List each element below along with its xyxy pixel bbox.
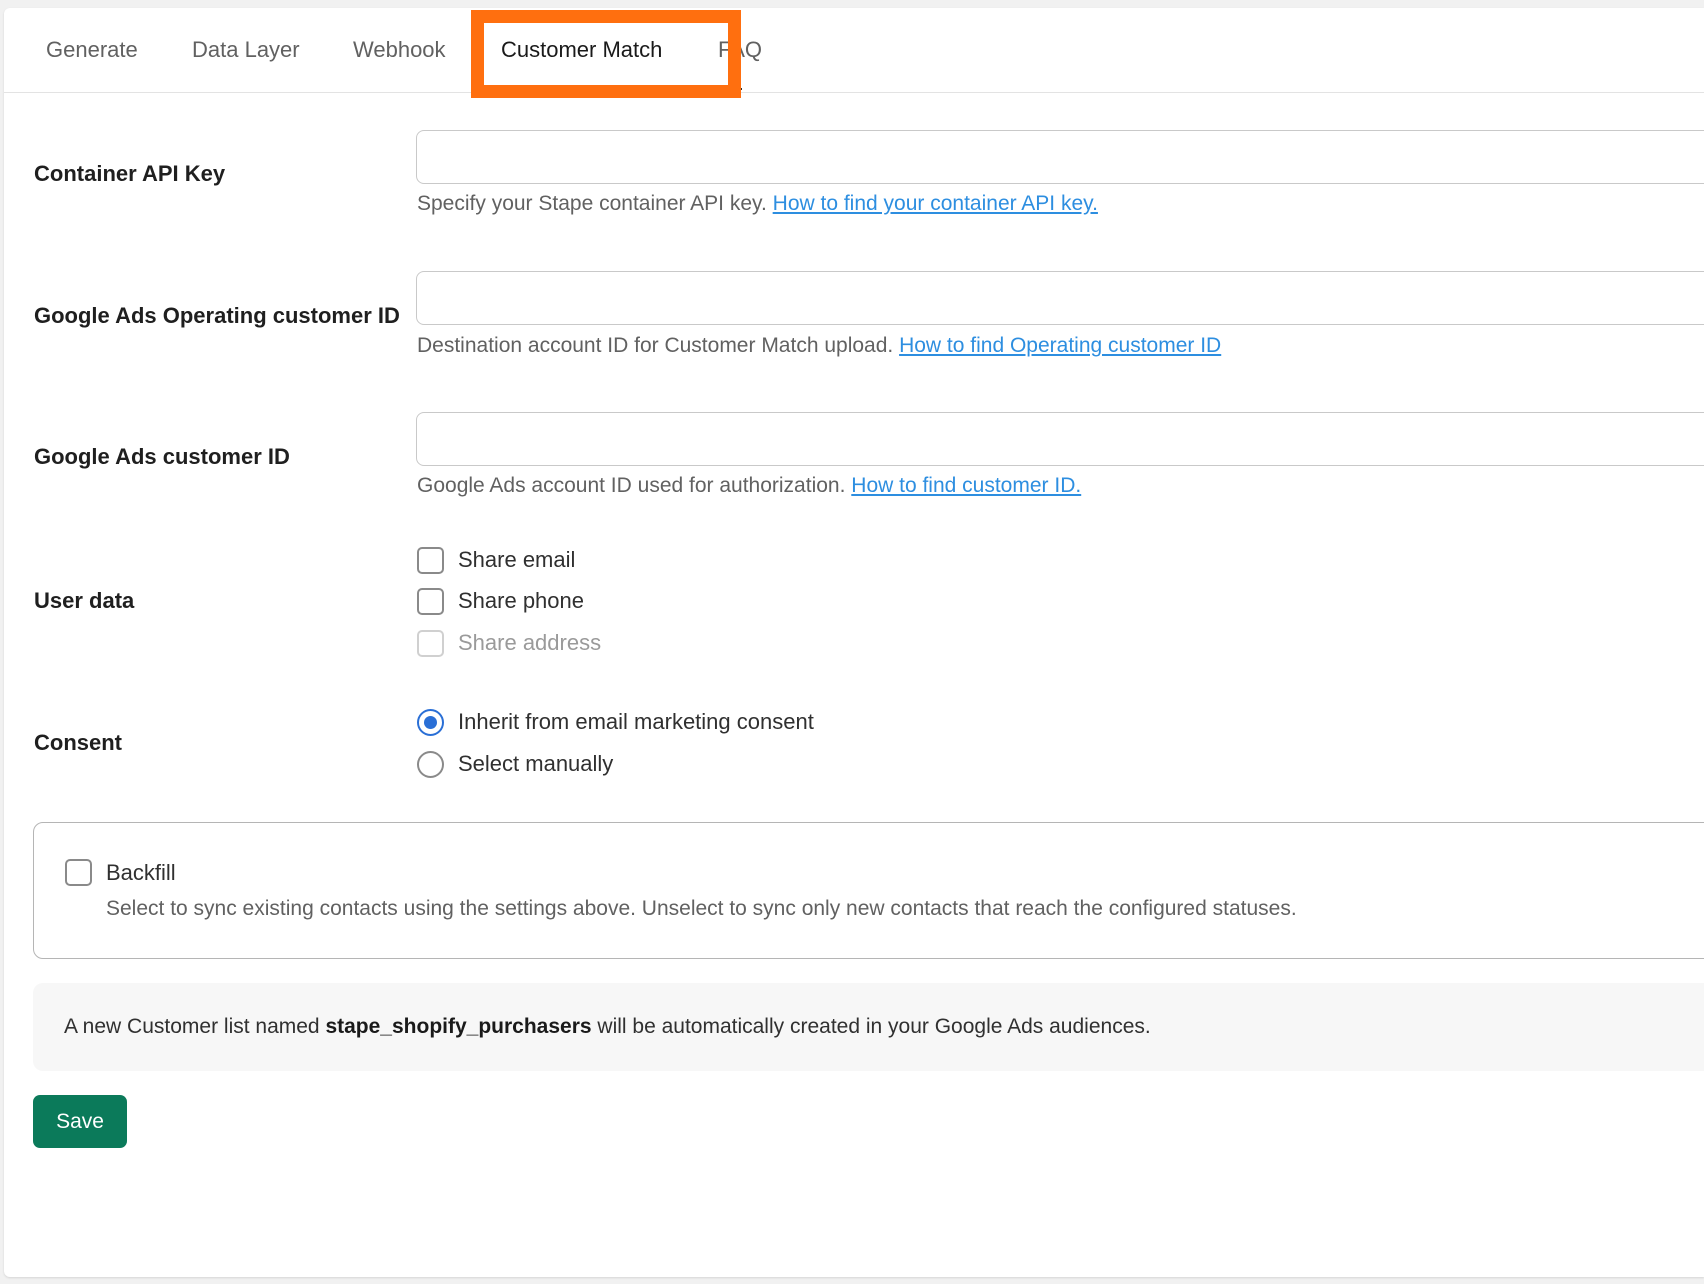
container-api-key-help-text: Specify your Stape container API key. (417, 192, 767, 215)
share-phone-label: Share phone (458, 588, 584, 613)
share-address-checkbox (417, 629, 444, 657)
backfill-checkbox[interactable] (65, 859, 92, 886)
customer-id-help: Google Ads account ID used for authoriza… (417, 474, 1081, 498)
share-address-label: Share address (458, 630, 602, 655)
operating-customer-id-label: Google Ads Operating customer ID (34, 303, 400, 328)
backfill-description: Select to sync existing contacts using t… (106, 897, 1297, 920)
tab-data-layer[interactable]: Data Layer (192, 8, 300, 92)
customer-id-help-link[interactable]: How to find customer ID. (851, 474, 1081, 497)
share-phone-checkbox[interactable] (417, 587, 444, 615)
customer-id-help-text: Google Ads account ID used for authoriza… (417, 474, 846, 497)
share-email-checkbox[interactable] (417, 546, 444, 574)
operating-customer-id-help-text: Destination account ID for Customer Matc… (417, 334, 894, 357)
share-email-label: Share email (458, 547, 576, 572)
settings-panel: Generate Data Layer Webhook Customer Mat… (4, 8, 1704, 1277)
share-address-option: Share address (417, 628, 601, 658)
consent-inherit-radio[interactable] (417, 708, 444, 736)
container-api-key-input[interactable] (416, 130, 1704, 184)
info-list-name: stape_shopify_purchasers (325, 1015, 592, 1038)
container-api-key-help-link[interactable]: How to find your container API key. (773, 192, 1098, 215)
consent-manual-label: Select manually (458, 751, 614, 776)
consent-manual-radio[interactable] (417, 750, 444, 778)
info-prefix: A new Customer list named (64, 1015, 326, 1038)
tab-generate[interactable]: Generate (46, 8, 138, 92)
tab-bar: Generate Data Layer Webhook Customer Mat… (4, 8, 1704, 93)
operating-customer-id-help: Destination account ID for Customer Matc… (417, 334, 1221, 358)
share-email-option[interactable]: Share email (417, 545, 575, 575)
operating-customer-id-input[interactable] (416, 271, 1704, 325)
consent-inherit-option[interactable]: Inherit from email marketing consent (417, 707, 814, 737)
info-text: A new Customer list named stape_shopify_… (64, 983, 1151, 1071)
container-api-key-label: Container API Key (34, 161, 226, 186)
save-button[interactable]: Save (33, 1095, 127, 1148)
user-data-label: User data (34, 588, 135, 613)
consent-manual-option[interactable]: Select manually (417, 749, 613, 779)
container-api-key-help: Specify your Stape container API key. Ho… (417, 192, 1098, 216)
backfill-option[interactable]: Backfill (65, 859, 176, 886)
consent-inherit-label: Inherit from email marketing consent (458, 709, 814, 734)
info-banner: A new Customer list named stape_shopify_… (33, 983, 1704, 1071)
tab-webhook[interactable]: Webhook (353, 8, 446, 92)
customer-id-label: Google Ads customer ID (34, 444, 290, 469)
backfill-label: Backfill (106, 859, 176, 885)
tab-faq[interactable]: FAQ (718, 8, 762, 92)
info-suffix: will be automatically created in your Go… (591, 1015, 1151, 1038)
consent-label: Consent (34, 730, 122, 755)
tab-customer-match[interactable]: Customer Match (501, 8, 662, 92)
customer-id-input[interactable] (416, 412, 1704, 466)
backfill-card: Backfill Select to sync existing contact… (33, 822, 1704, 959)
operating-customer-id-help-link[interactable]: How to find Operating customer ID (899, 334, 1221, 357)
active-tab-underline (496, 88, 742, 90)
share-phone-option[interactable]: Share phone (417, 586, 584, 616)
